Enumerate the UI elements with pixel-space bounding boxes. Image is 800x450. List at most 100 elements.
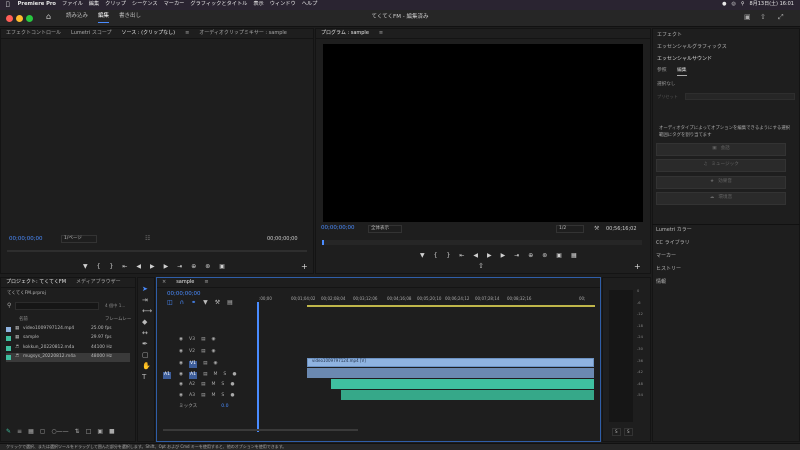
share-icon[interactable]: ⇧: [478, 263, 484, 270]
menu-marker[interactable]: マーカー: [164, 2, 185, 7]
camera-icon[interactable]: ▣: [556, 253, 562, 259]
trash-icon[interactable]: ■: [109, 429, 115, 435]
lock-icon[interactable]: ◉: [179, 361, 183, 367]
wrench-icon[interactable]: ⚒: [594, 226, 599, 232]
source-scrubber[interactable]: [7, 250, 307, 252]
linked-selection-icon[interactable]: ⚭: [191, 300, 196, 306]
sync-icon[interactable]: ▤: [201, 382, 205, 388]
menu-sequence[interactable]: シーケンス: [132, 2, 158, 7]
add-button-icon[interactable]: +: [634, 263, 641, 271]
menu-help[interactable]: ヘルプ: [302, 2, 318, 7]
tab-sequence[interactable]: sample: [176, 280, 194, 285]
add-marker-icon[interactable]: ▼: [203, 300, 208, 306]
new-bin-icon[interactable]: □: [86, 429, 92, 435]
ambience-button[interactable]: ☁ 環境音: [656, 192, 786, 205]
settings-icon[interactable]: ☷: [145, 236, 150, 242]
extract-icon[interactable]: ⊛: [542, 253, 547, 259]
lock-icon[interactable]: ◉: [179, 393, 183, 399]
marker-icon[interactable]: ▼: [420, 253, 425, 259]
marker-icon[interactable]: ▼: [83, 264, 88, 270]
column-frame-rate[interactable]: フレームレー: [105, 317, 131, 322]
new-item-icon[interactable]: ▣: [97, 429, 103, 435]
mark-in-icon[interactable]: {: [97, 264, 101, 270]
tab-source[interactable]: ソース : (クリップなし): [122, 31, 176, 36]
audio-clip-a1[interactable]: [307, 368, 594, 378]
step-back-icon[interactable]: ◀: [473, 253, 478, 259]
track-name[interactable]: A1: [189, 372, 198, 379]
history-header[interactable]: ヒストリー: [656, 267, 681, 272]
captions-icon[interactable]: ▤: [227, 300, 233, 306]
eye-icon[interactable]: ◉: [213, 361, 217, 367]
lock-icon[interactable]: ◉: [179, 337, 183, 343]
rectangle-tool-icon[interactable]: ▢: [142, 352, 152, 359]
solo-icon[interactable]: S: [223, 372, 226, 378]
mute-icon[interactable]: M: [211, 393, 215, 399]
ripple-edit-tool-icon[interactable]: ⟷: [142, 308, 152, 315]
menu-app-name[interactable]: Premiere Pro: [18, 2, 56, 7]
cc-libraries-header[interactable]: CC ライブラリ: [656, 241, 690, 246]
mark-out-icon[interactable]: }: [446, 253, 450, 259]
time-ruler[interactable]: :00;00 00;01;04;02 00;02;08;04 00;03;12;…: [257, 293, 595, 309]
playhead[interactable]: [257, 302, 259, 432]
essential-sound-header[interactable]: エッセンシャルサウンド: [657, 57, 712, 62]
lift-icon[interactable]: ⊕: [528, 253, 533, 259]
fullscreen-icon[interactable]: ⤢: [778, 14, 784, 21]
menu-file[interactable]: ファイル: [62, 2, 83, 7]
sync-icon[interactable]: ▤: [203, 372, 207, 378]
audio-clip-a3[interactable]: [341, 390, 594, 400]
timeline-scrollbar[interactable]: [163, 429, 358, 431]
step-forward-icon[interactable]: ▶: [501, 253, 506, 259]
tab-program[interactable]: プログラム : sample: [321, 31, 369, 36]
creative-cloud-icon[interactable]: ●: [722, 2, 726, 7]
sync-icon[interactable]: ▤: [201, 393, 205, 399]
sync-icon[interactable]: ▤: [201, 337, 205, 343]
essential-graphics-header[interactable]: エッセンシャルグラフィックス: [657, 45, 727, 50]
mix-value[interactable]: 0.0: [221, 404, 228, 410]
timeline-timecode[interactable]: 00;00;00;00: [167, 291, 201, 298]
tab-lumetri-scopes[interactable]: Lumetri スコープ: [71, 31, 112, 36]
panel-menu-icon[interactable]: ≡: [379, 31, 383, 36]
snap-icon[interactable]: ∩: [180, 300, 184, 306]
info-header[interactable]: 情報: [656, 280, 666, 285]
camera-icon[interactable]: ▣: [219, 264, 225, 270]
lock-icon[interactable]: ◉: [179, 372, 183, 378]
lock-icon[interactable]: ◉: [179, 349, 183, 355]
tab-audio-clip-mixer[interactable]: オーディオクリップミキサー : sample: [199, 31, 287, 36]
sync-icon[interactable]: ▤: [203, 361, 207, 367]
menu-graphics[interactable]: グラフィックとタイトル: [190, 2, 247, 7]
nest-icon[interactable]: ◫: [167, 300, 173, 306]
freeform-view-icon[interactable]: ▢: [40, 429, 46, 435]
quick-export-icon[interactable]: ⇧: [760, 14, 766, 21]
dialogue-button[interactable]: ▣ 会話: [656, 143, 786, 156]
panel-menu-icon[interactable]: ≡: [185, 31, 189, 36]
fit-select[interactable]: 全体表示: [368, 225, 402, 233]
source-patch-a1[interactable]: A1: [163, 372, 172, 379]
project-search-input[interactable]: [15, 302, 99, 310]
search-icon[interactable]: ⚲: [741, 2, 745, 7]
mic-icon[interactable]: ●: [230, 393, 234, 399]
sort-icon[interactable]: ⇅: [75, 429, 80, 435]
mute-icon[interactable]: M: [213, 372, 217, 378]
workspaces-icon[interactable]: ▣: [744, 14, 751, 21]
panel-menu-icon[interactable]: ≡: [204, 280, 208, 285]
mic-icon[interactable]: ●: [230, 382, 234, 388]
hand-tool-icon[interactable]: ✋: [142, 363, 152, 370]
timeline-settings-icon[interactable]: ⚒: [215, 300, 220, 306]
close-icon[interactable]: ×: [162, 280, 166, 285]
program-scrubber[interactable]: [322, 240, 642, 245]
menu-clip[interactable]: クリップ: [105, 2, 126, 7]
mute-icon[interactable]: M: [211, 382, 215, 388]
lumetri-color-header[interactable]: Lumetri カラー: [656, 228, 692, 233]
go-to-out-icon[interactable]: ⇥: [514, 253, 519, 259]
menu-view[interactable]: 表示: [253, 2, 263, 7]
resolution-select[interactable]: 1/2: [556, 225, 584, 233]
solo-left-button[interactable]: S: [612, 428, 621, 436]
tab-media-browser[interactable]: メディアブラウザー: [76, 280, 121, 285]
source-timecode[interactable]: 00;00;00;00: [9, 236, 43, 243]
tab-browse[interactable]: 参照: [657, 68, 667, 74]
track-select-tool-icon[interactable]: ⇥: [142, 297, 152, 304]
video-clip[interactable]: video1009797124.mp4 [V]: [307, 358, 594, 367]
clock[interactable]: 8月13日(土) 16:01: [750, 2, 794, 7]
play-icon[interactable]: ▶: [150, 264, 155, 270]
mark-in-icon[interactable]: {: [434, 253, 438, 259]
